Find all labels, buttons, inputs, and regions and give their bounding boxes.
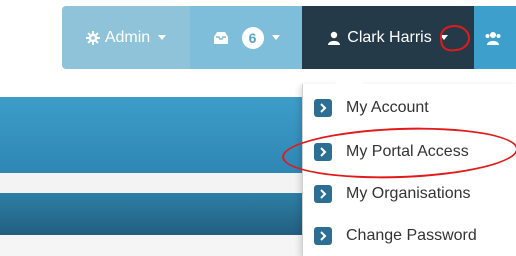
- chevron-right-icon: [314, 99, 332, 117]
- chevron-down-icon: [271, 35, 280, 40]
- menu-item-label: My Organisations: [346, 185, 471, 202]
- menu-item-my-organisations[interactable]: My Organisations: [314, 181, 471, 207]
- menu-item-change-password[interactable]: Change Password: [314, 223, 477, 249]
- user-icon: [328, 31, 341, 45]
- dropdown-pointer: [335, 70, 363, 84]
- menu-item-label: Change Password: [346, 227, 477, 244]
- admin-menu-button[interactable]: Admin: [62, 6, 190, 69]
- user-name-label: Clark Harris: [347, 28, 432, 46]
- chevron-down-icon: [158, 35, 167, 40]
- inbox-count-badge: 6: [241, 26, 264, 49]
- groups-menu-button[interactable]: [474, 6, 516, 69]
- chevron-right-icon: [314, 227, 332, 245]
- menu-item-label: My Account: [346, 99, 429, 116]
- menu-item-my-account[interactable]: My Account: [314, 95, 429, 121]
- gear-icon: [85, 30, 100, 45]
- admin-label: Admin: [104, 28, 151, 46]
- chevron-right-icon: [314, 185, 332, 203]
- users-icon: [484, 31, 502, 45]
- inbox-menu-button[interactable]: 6: [190, 6, 302, 69]
- inbox-icon: [213, 31, 229, 44]
